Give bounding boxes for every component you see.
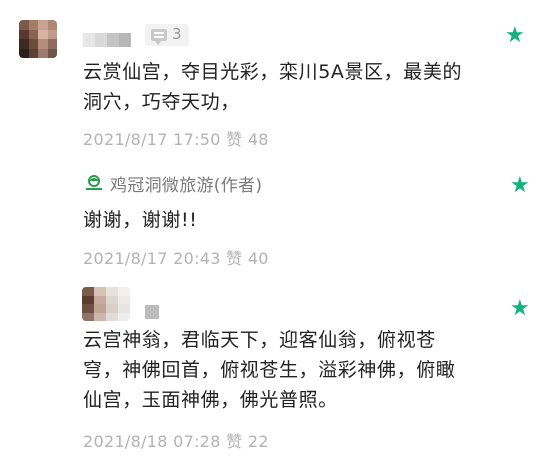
like-button[interactable]: 赞 48 — [226, 130, 269, 149]
comment-date: 2021/8/17 17:50 — [83, 130, 221, 149]
like-count: 48 — [247, 130, 269, 149]
comment-date: 2021/8/17 20:43 — [83, 249, 221, 268]
like-label: 赞 — [226, 432, 243, 451]
comment-date: 2021/8/18 07:28 — [83, 432, 221, 451]
avatar[interactable] — [19, 20, 57, 58]
like-button[interactable]: 赞 22 — [226, 432, 269, 451]
reply-icon — [151, 29, 167, 45]
comment-text: 云宫神翁，君临天下，迎客仙翁，俯视苍穹，神佛回首，俯视苍生，溢彩神佛，俯瞰仙宫，… — [83, 329, 456, 411]
like-label: 赞 — [226, 130, 243, 149]
comment-item: ★ 云宫神翁，君临天下，迎客仙翁，俯视苍穹，神佛回首，俯视苍生，溢彩神佛，俯瞰仙… — [0, 270, 551, 468]
comment-meta: 2021/8/17 20:43 赞 40 — [83, 245, 269, 269]
author-name[interactable]: 鸡冠洞微旅游(作者) — [110, 171, 262, 196]
comment-meta: 2021/8/18 07:28 赞 22 — [83, 428, 269, 452]
like-label: 赞 — [226, 249, 243, 268]
star-icon[interactable]: ★ — [510, 298, 530, 320]
comment-item: 鸡冠洞微旅游(作者) ★ 谢谢，谢谢!! 2021/8/17 20:43 赞 4… — [0, 155, 551, 270]
avatar[interactable] — [82, 287, 130, 321]
username-blurred[interactable] — [145, 305, 159, 319]
comment-text: 云赏仙宫，夺目光彩，栾川5A景区，最美的洞穴，巧夺天功， — [83, 61, 463, 113]
author-logo-icon — [86, 175, 102, 190]
star-icon[interactable]: ★ — [505, 25, 525, 47]
comment-meta: 2021/8/17 17:50 赞 48 — [83, 126, 269, 150]
reply-count: 3 — [172, 25, 182, 43]
like-button[interactable]: 赞 40 — [226, 249, 269, 268]
star-icon[interactable]: ★ — [510, 175, 530, 197]
like-count: 40 — [247, 249, 269, 268]
comment-item: 3 ★ 云赏仙宫，夺目光彩，栾川5A景区，最美的洞穴，巧夺天功， 2021/8/… — [0, 0, 551, 155]
comment-text: 谢谢，谢谢!! — [83, 209, 198, 231]
username-blurred[interactable] — [83, 33, 131, 47]
like-count: 22 — [247, 432, 269, 451]
